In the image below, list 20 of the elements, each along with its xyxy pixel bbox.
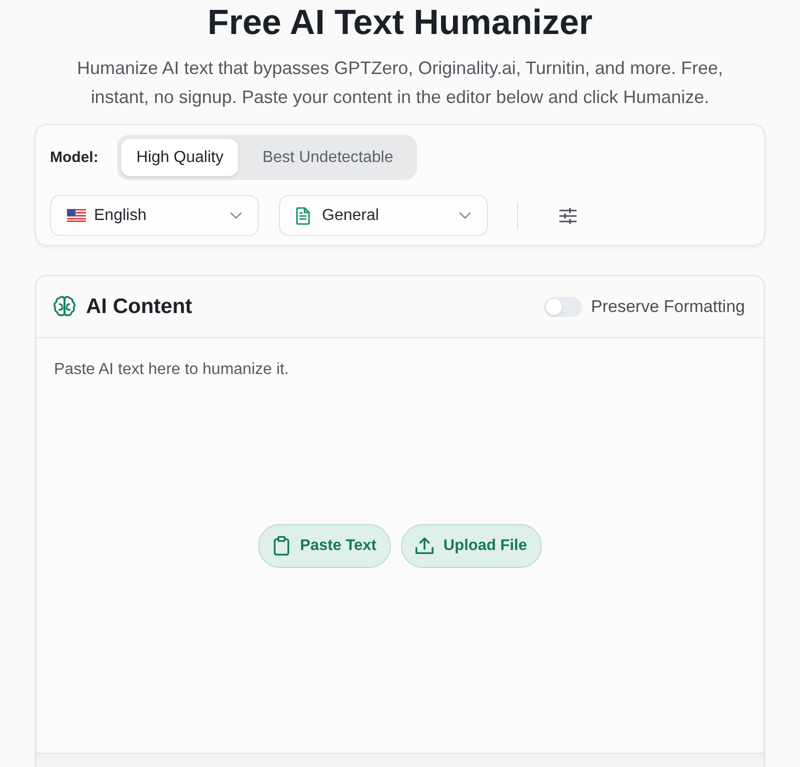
clipboard-icon (272, 536, 292, 556)
model-tab[interactable]: High Quality (121, 139, 238, 176)
action-button[interactable]: Paste Text (258, 524, 392, 568)
document-icon (296, 206, 310, 224)
upload-icon (415, 536, 434, 556)
chevron-down-icon (230, 212, 242, 219)
brain-icon (53, 295, 76, 318)
dropdown-select[interactable]: General (279, 195, 488, 236)
page-title: Free AI Text Humanizer (207, 2, 593, 43)
chevron-down-icon (459, 212, 471, 219)
page-subtitle: Humanize AI text that bypasses GPTZero, Originality.ai, Turnitin, and more. Free, instant, no signup. Paste your content in the editor below and click Humanize. (76, 57, 724, 109)
action-button[interactable]: Upload File (401, 524, 542, 568)
flag-icon (67, 209, 86, 222)
sliders-icon[interactable] (559, 208, 577, 224)
dropdown-select[interactable]: English (50, 195, 259, 236)
editor-title: AI Content (86, 294, 192, 318)
toggle-label: Preserve Formatting (591, 296, 745, 316)
preserve-formatting-toggle[interactable] (544, 296, 582, 316)
model-tab[interactable]: Best Undetectable (242, 139, 414, 176)
model-label: Model: (50, 149, 98, 166)
